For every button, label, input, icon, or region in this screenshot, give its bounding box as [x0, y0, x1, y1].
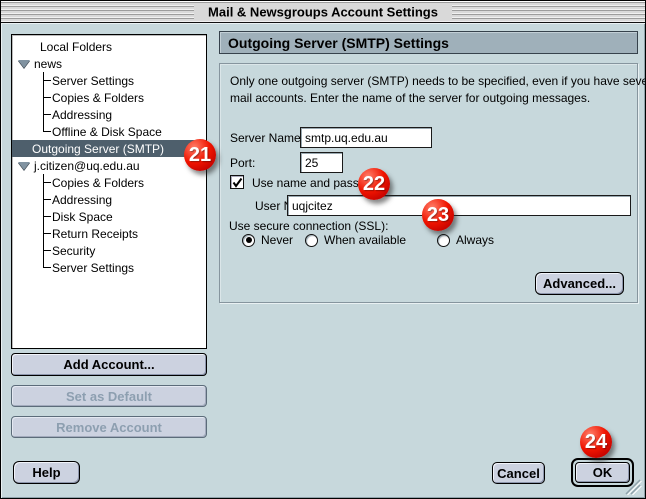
ssl-option-when-available[interactable]: When available: [305, 233, 437, 247]
sidebar-item-security[interactable]: Security: [12, 242, 206, 259]
sidebar-item-outgoing-server-smtp[interactable]: Outgoing Server (SMTP): [12, 140, 206, 157]
sidebar-item-label: Security: [12, 244, 95, 258]
ssl-option-never[interactable]: Never: [242, 233, 305, 247]
resize-grip[interactable]: [624, 479, 642, 495]
sidebar-item-j-citizen-uq-edu-au[interactable]: j.citizen@uq.edu.au: [12, 157, 206, 174]
sidebar-item-label: Addressing: [12, 108, 112, 122]
description-line1: Only one outgoing server (SMTP) needs to…: [230, 74, 646, 88]
checkmark-icon: [232, 177, 243, 188]
sidebar-item-return-receipts[interactable]: Return Receipts: [12, 225, 206, 242]
sidebar-item-label: Outgoing Server (SMTP): [12, 142, 164, 156]
account-settings-window: Mail & Newsgroups Account Settings Local…: [0, 0, 646, 499]
sidebar-item-server-settings[interactable]: Server Settings: [12, 72, 206, 89]
port-label: Port:: [230, 156, 255, 170]
disclosure-triangle-icon[interactable]: [18, 60, 30, 68]
page-title: Outgoing Server (SMTP) Settings: [219, 31, 638, 54]
cancel-button[interactable]: Cancel: [492, 462, 545, 484]
server-name-label: Server Name:: [230, 131, 304, 145]
ssl-label: Use secure connection (SSL):: [229, 219, 388, 233]
advanced-button[interactable]: Advanced...: [535, 272, 624, 295]
port-input[interactable]: 25: [300, 152, 343, 173]
annotation-badge-23: 23: [422, 199, 454, 231]
sidebar-item-label: j.citizen@uq.edu.au: [30, 159, 140, 173]
description-line2: mail accounts. Enter the name of the ser…: [230, 91, 590, 105]
sidebar-item-label: Copies & Folders: [12, 91, 144, 105]
server-name-input[interactable]: smtp.uq.edu.au: [300, 127, 432, 148]
ssl-option-always[interactable]: Always: [437, 233, 494, 247]
sidebar-item-disk-space[interactable]: Disk Space: [12, 208, 206, 225]
radio-button-icon[interactable]: [437, 234, 450, 247]
sidebar-item-label: Local Folders: [12, 40, 112, 54]
sidebar-item-label: Offline & Disk Space: [12, 125, 162, 139]
sidebar-item-label: Disk Space: [12, 210, 113, 224]
window-title: Mail & Newsgroups Account Settings: [194, 3, 452, 20]
sidebar-item-offline-disk-space[interactable]: Offline & Disk Space: [12, 123, 206, 140]
sidebar-item-label: Return Receipts: [12, 227, 138, 241]
annotation-badge-22: 22: [358, 168, 390, 200]
sidebar-item-local-folders[interactable]: Local Folders: [12, 38, 206, 55]
ssl-option-label: When available: [324, 233, 406, 247]
radio-button-icon[interactable]: [305, 234, 318, 247]
sidebar-item-news[interactable]: news: [12, 55, 206, 72]
ssl-option-label: Always: [456, 233, 494, 247]
disclosure-triangle-icon[interactable]: [18, 162, 30, 170]
radio-button-icon[interactable]: [242, 234, 255, 247]
ok-button[interactable]: OK: [575, 462, 630, 483]
sidebar-item-label: Server Settings: [12, 261, 134, 275]
user-name-input[interactable]: uqjcitez: [287, 195, 631, 216]
sidebar-item-addressing[interactable]: Addressing: [12, 106, 206, 123]
sidebar-item-label: Addressing: [12, 193, 112, 207]
help-button[interactable]: Help: [13, 461, 80, 484]
sidebar-item-label: Server Settings: [12, 74, 134, 88]
sidebar-item-copies-folders[interactable]: Copies & Folders: [12, 89, 206, 106]
window-titlebar[interactable]: Mail & Newsgroups Account Settings: [1, 1, 645, 23]
sidebar-item-server-settings[interactable]: Server Settings: [12, 259, 206, 276]
smtp-settings-group: Only one outgoing server (SMTP) needs to…: [219, 63, 638, 303]
ssl-option-label: Never: [261, 233, 293, 247]
use-name-password-checkbox[interactable]: [230, 175, 244, 189]
sidebar-item-copies-folders[interactable]: Copies & Folders: [12, 174, 206, 191]
sidebar-item-label: news: [30, 57, 62, 71]
remove-account-button: Remove Account: [11, 416, 207, 438]
ssl-radio-group: Never When available Always: [242, 233, 494, 247]
accounts-tree: Local Folders news Server Settings Copies &…: [11, 34, 207, 349]
sidebar-item-label: Copies & Folders: [12, 176, 144, 190]
annotation-badge-24: 24: [580, 426, 612, 458]
set-as-default-button: Set as Default: [11, 385, 207, 407]
annotation-badge-21: 21: [184, 139, 216, 171]
dialog-body: Local Folders news Server Settings Copies &…: [1, 23, 645, 498]
sidebar-item-addressing[interactable]: Addressing: [12, 191, 206, 208]
add-account-button[interactable]: Add Account...: [11, 353, 207, 376]
